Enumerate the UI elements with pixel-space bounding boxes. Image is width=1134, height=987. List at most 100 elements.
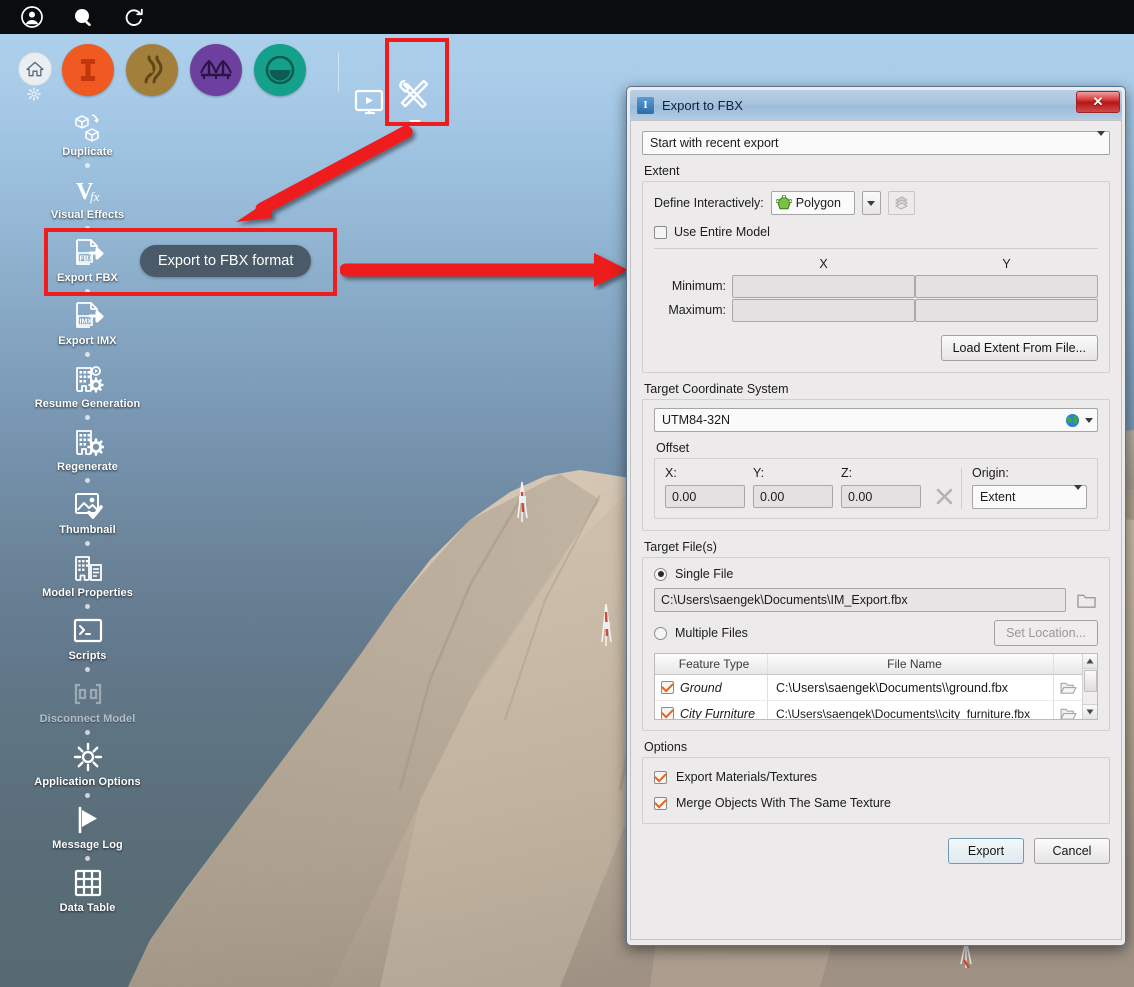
sidebar-item-export-imx[interactable]: IMX Export IMX: [0, 299, 175, 347]
roads-icon[interactable]: [126, 44, 178, 96]
sidebar-item-model-properties[interactable]: Model Properties: [0, 551, 175, 599]
globe-icon: [1065, 413, 1080, 427]
origin-value: Extent: [980, 490, 1016, 504]
multiple-files-row[interactable]: Multiple Files Set Location...: [654, 620, 1098, 646]
top-bar: [0, 0, 1134, 34]
row-checkbox[interactable]: [661, 707, 674, 719]
refresh-icon[interactable]: [116, 0, 152, 34]
search-icon[interactable]: [65, 0, 101, 34]
table-row[interactable]: City Furniture C:\Users\saengek\Document…: [655, 701, 1097, 720]
regenerate-icon: [71, 425, 105, 459]
cancel-button[interactable]: Cancel: [1034, 838, 1110, 864]
polygon-icon: [775, 195, 792, 210]
folder-icon: [1076, 594, 1096, 608]
target-files-group: Single File C:\Users\saengek\Documents\I…: [642, 557, 1110, 731]
define-interactively-combobox[interactable]: Polygon: [770, 191, 855, 215]
offset-x-input[interactable]: 0.00: [665, 485, 745, 508]
merge-objects-checkbox[interactable]: [654, 796, 667, 810]
sidebar-separator-dot: [85, 415, 90, 420]
scrollbar-thumb[interactable]: [1083, 670, 1097, 692]
tools-dropdown-caret-icon[interactable]: [408, 114, 422, 132]
tools-button[interactable]: [392, 78, 438, 132]
define-interactively-value: Polygon: [795, 196, 841, 210]
map-marker-icon: [601, 603, 612, 646]
svg-text:IMX: IMX: [79, 319, 92, 326]
tunnel-icon[interactable]: [254, 44, 306, 96]
row-feature-type: Ground: [680, 680, 722, 695]
chevron-down-icon[interactable]: [1085, 417, 1093, 423]
clear-offset-button[interactable]: [929, 466, 959, 505]
sidebar-item-visual-effects[interactable]: V fx Visual Effects: [0, 173, 175, 221]
single-file-path-input[interactable]: C:\Users\saengek\Documents\IM_Export.fbx: [654, 588, 1066, 612]
thumbnail-icon: [71, 488, 105, 522]
extent-minmax-grid: X Y Minimum: Maximum:: [654, 257, 1098, 322]
set-location-button[interactable]: Set Location...: [994, 620, 1098, 646]
model-properties-icon: [71, 551, 105, 585]
infraworks-model-icon[interactable]: [62, 44, 114, 96]
export-materials-checkbox[interactable]: [654, 770, 667, 784]
extent-min-y-input[interactable]: [915, 275, 1098, 298]
chevron-down-icon[interactable]: [1074, 485, 1082, 504]
bridge-icon[interactable]: [190, 44, 242, 96]
origin-combobox[interactable]: Extent: [972, 485, 1087, 509]
offset-z-input[interactable]: 0.00: [841, 485, 921, 508]
row-checkbox[interactable]: [661, 681, 674, 694]
single-file-radio[interactable]: [654, 567, 667, 581]
extent-max-y-input[interactable]: [915, 299, 1098, 322]
offset-y-label: Y:: [753, 466, 765, 480]
browse-file-button[interactable]: [1074, 592, 1098, 609]
use-entire-model-checkbox[interactable]: [654, 225, 667, 239]
define-interactively-dropdown-button[interactable]: [861, 191, 881, 215]
export-fbx-tooltip: Export to FBX format: [140, 245, 312, 277]
target-files-group-label: Target File(s): [644, 540, 717, 554]
preset-combobox[interactable]: Start with recent export: [642, 131, 1110, 155]
offset-y-input[interactable]: 0.00: [753, 485, 833, 508]
sidebar-item-scripts[interactable]: Scripts: [0, 614, 175, 662]
coordinate-system-group: UTM84-32N Offset X: 0.00 Y: 0.00 Z: 0.00…: [642, 399, 1110, 531]
extent-max-x-input[interactable]: [732, 299, 915, 322]
export-imx-icon: IMX: [71, 299, 105, 333]
table-row[interactable]: Ground C:\Users\saengek\Documents\\groun…: [655, 675, 1097, 701]
chevron-down-icon[interactable]: [1097, 131, 1105, 150]
account-icon[interactable]: [14, 0, 50, 34]
sidebar-separator-dot: [85, 289, 90, 294]
duplicate-icon: [71, 110, 105, 144]
pick-extent-button[interactable]: [887, 191, 915, 215]
home-settings-icon[interactable]: [26, 86, 42, 102]
sidebar-item-message-log[interactable]: Message Log: [0, 803, 175, 851]
sidebar-item-duplicate[interactable]: Duplicate: [0, 110, 175, 158]
sidebar-item-data-table[interactable]: Data Table: [0, 866, 175, 914]
scroll-up-button[interactable]: [1082, 654, 1097, 669]
load-extent-from-file-button[interactable]: Load Extent From File...: [940, 335, 1098, 361]
table-vertical-scrollbar[interactable]: [1082, 654, 1097, 719]
option-row-merge-objects[interactable]: Merge Objects With The Same Texture: [654, 796, 1098, 810]
home-button[interactable]: [18, 52, 52, 86]
data-table-icon: [71, 866, 105, 900]
app-icon: I: [637, 96, 654, 114]
coordinate-system-combobox[interactable]: UTM84-32N: [654, 408, 1098, 432]
use-entire-model-row[interactable]: Use Entire Model: [654, 225, 1098, 239]
sidebar-item-application-options[interactable]: Application Options: [0, 740, 175, 788]
sidebar-separator-dot: [85, 226, 90, 231]
sidebar-item-label: Export IMX: [58, 335, 117, 347]
close-button[interactable]: ✕: [1076, 91, 1120, 113]
sidebar-item-label: Thumbnail: [59, 524, 116, 536]
sidebar-item-disconnect-model[interactable]: Disconnect Model: [0, 677, 175, 725]
option-row-export-materials[interactable]: Export Materials/Textures: [654, 770, 1098, 784]
single-file-row[interactable]: Single File: [654, 567, 1098, 581]
scroll-down-button[interactable]: [1082, 704, 1097, 719]
extent-min-x-input[interactable]: [732, 275, 915, 298]
sidebar-item-label: Data Table: [59, 902, 116, 914]
sidebar-separator-dot: [85, 478, 90, 483]
export-button[interactable]: Export: [948, 838, 1024, 864]
dialog-title-bar[interactable]: I Export to FBX ✕: [630, 90, 1122, 120]
row-browse-button[interactable]: [1054, 701, 1082, 719]
sidebar-item-regenerate[interactable]: Regenerate: [0, 425, 175, 473]
row-feature-type: City Furniture: [680, 706, 756, 720]
row-browse-button[interactable]: [1054, 675, 1082, 700]
sidebar-item-resume-generation[interactable]: Resume Generation: [0, 362, 175, 410]
table-header-row: Feature Type File Name: [655, 654, 1097, 675]
sidebar-item-thumbnail[interactable]: Thumbnail: [0, 488, 175, 536]
presentation-icon[interactable]: [352, 86, 390, 120]
multiple-files-radio[interactable]: [654, 626, 667, 640]
